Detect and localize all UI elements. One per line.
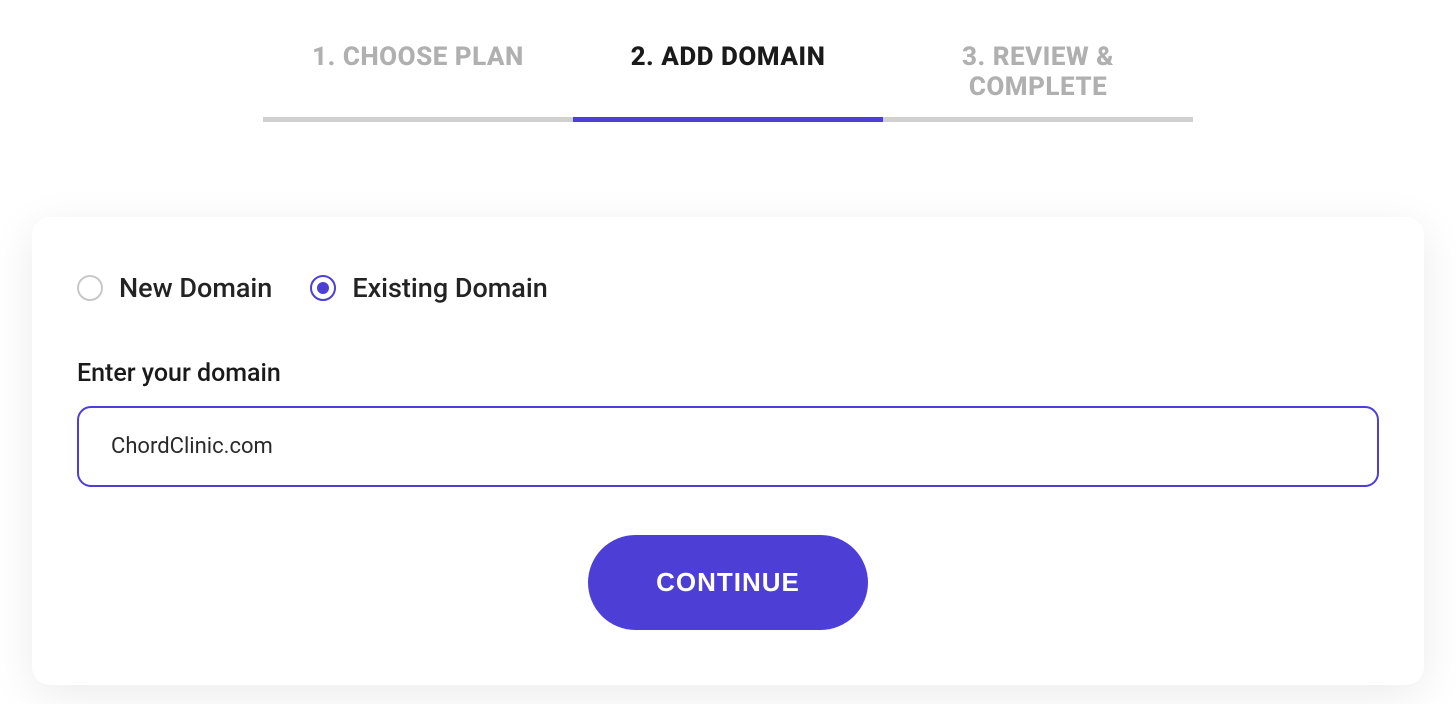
step-choose-plan[interactable]: 1. CHOOSE PLAN: [263, 30, 573, 122]
radio-icon: [310, 275, 336, 301]
continue-button[interactable]: CONTINUE: [588, 535, 868, 630]
button-row: CONTINUE: [77, 535, 1379, 630]
domain-field-label: Enter your domain: [77, 359, 1379, 388]
domain-card: New Domain Existing Domain Enter your do…: [32, 217, 1424, 685]
step-label: 1. CHOOSE PLAN: [312, 42, 524, 72]
radio-label: New Domain: [119, 272, 272, 304]
stepper: 1. CHOOSE PLAN 2. ADD DOMAIN 3. REVIEW &…: [0, 30, 1456, 122]
step-label: 3. REVIEW & COMPLETE: [962, 42, 1114, 102]
radio-new-domain[interactable]: New Domain: [77, 272, 272, 304]
step-add-domain[interactable]: 2. ADD DOMAIN: [573, 30, 883, 122]
radio-label: Existing Domain: [352, 272, 547, 304]
step-review-complete[interactable]: 3. REVIEW & COMPLETE: [883, 30, 1193, 122]
radio-icon: [77, 275, 103, 301]
domain-input[interactable]: [77, 406, 1379, 487]
radio-dot-icon: [317, 282, 329, 294]
radio-existing-domain[interactable]: Existing Domain: [310, 272, 547, 304]
step-label: 2. ADD DOMAIN: [631, 42, 826, 72]
domain-type-radio-group: New Domain Existing Domain: [77, 272, 1379, 304]
